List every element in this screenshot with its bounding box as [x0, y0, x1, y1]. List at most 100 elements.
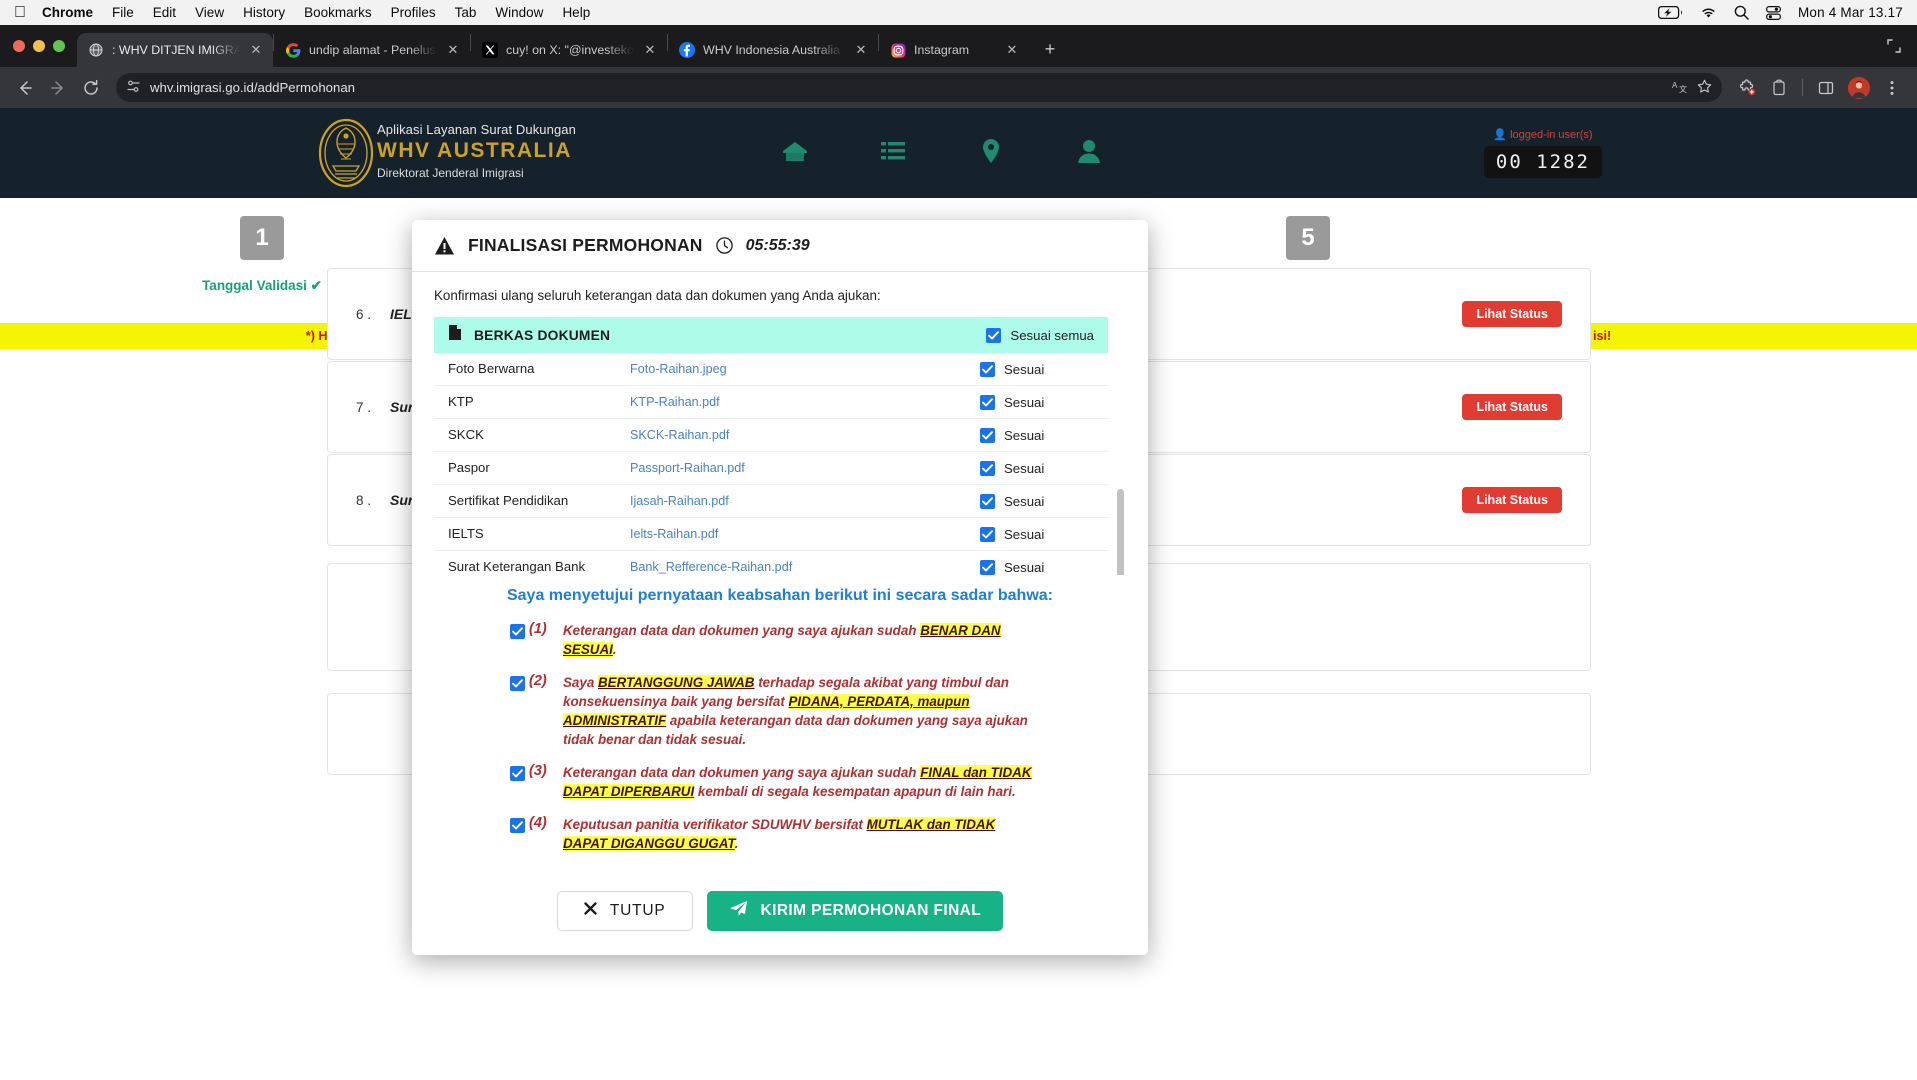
pledge-text-part: Saya — [563, 674, 598, 690]
pledge-text: Saya BERTANGGUNG JAWAB terhadap segala a… — [563, 673, 1126, 749]
maximize-window-button[interactable] — [53, 40, 65, 52]
menu-item-file[interactable]: File — [112, 5, 134, 20]
close-button[interactable]: TUTUP — [556, 891, 693, 931]
document-check-label: Sesuai — [1004, 460, 1045, 476]
logged-in-label: 👤 logged-in user(s) — [1493, 129, 1593, 141]
control-center-icon[interactable] — [1765, 5, 1781, 20]
document-file-link[interactable]: Ielts-Raihan.pdf — [630, 527, 980, 541]
document-row: SKCK SKCK-Raihan.pdf Sesuai — [434, 419, 1108, 452]
document-check-label: Sesuai — [1004, 427, 1045, 443]
document-checkbox[interactable] — [980, 559, 995, 575]
pledge-text-part: Keterangan data dan dokumen yang saya aj… — [563, 622, 921, 638]
document-file-link[interactable]: Bank_Refference-Raihan.pdf — [630, 560, 980, 574]
row-status-badge[interactable]: Lihat Status — [1462, 394, 1562, 420]
reload-icon[interactable] — [76, 73, 106, 103]
paper-plane-icon — [729, 900, 748, 922]
minimize-window-button[interactable] — [33, 40, 45, 52]
menu-item-history[interactable]: History — [243, 5, 285, 20]
row-status-badge[interactable]: Lihat Status — [1462, 487, 1562, 513]
document-checkbox[interactable] — [980, 361, 995, 377]
document-name: Paspor — [448, 460, 490, 476]
document-row: KTP KTP-Raihan.pdf Sesuai — [434, 386, 1108, 419]
scrollbar-thumb[interactable] — [1117, 489, 1124, 575]
pledge-number: (3) — [529, 762, 547, 779]
garuda-emblem-icon — [318, 117, 374, 189]
row-index: 7 . — [356, 399, 372, 415]
menu-item-window[interactable]: Window — [495, 5, 543, 20]
list-icon[interactable] — [878, 136, 908, 166]
document-checkbox[interactable] — [980, 427, 995, 443]
google-icon — [285, 42, 301, 58]
menu-item-profiles[interactable]: Profiles — [391, 5, 436, 20]
menu-item-help[interactable]: Help — [562, 5, 590, 20]
tab-x-cuy[interactable]: cuy! on X: "@investekor @typ ✕ — [471, 33, 667, 67]
document-name: Sertifikat Pendidikan — [448, 493, 569, 509]
forward-arrow-icon[interactable] — [43, 73, 73, 103]
apple-icon[interactable]:  — [14, 4, 26, 21]
menubar-clock: Mon 4 Mar 13.17 — [1797, 5, 1903, 20]
document-file-link[interactable]: SKCK-Raihan.pdf — [630, 428, 980, 442]
pledge-checkbox[interactable] — [510, 675, 525, 691]
close-window-button[interactable] — [13, 40, 25, 52]
document-checkbox[interactable] — [980, 493, 995, 509]
page-settings-icon[interactable] — [126, 79, 141, 97]
pledge-checkbox[interactable] — [510, 817, 525, 833]
document-checkbox[interactable] — [980, 460, 995, 476]
select-all-checkbox[interactable] — [986, 327, 1002, 343]
tab-close-icon[interactable]: ✕ — [853, 42, 869, 58]
chrome-menu-icon[interactable] — [1877, 73, 1907, 103]
expand-icon[interactable] — [1887, 39, 1917, 67]
document-check-label: Sesuai — [1004, 559, 1045, 575]
new-tab-button[interactable]: + — [1036, 35, 1064, 63]
battery-charging-icon[interactable] — [1657, 6, 1683, 19]
translate-icon[interactable]: A文 — [1672, 79, 1688, 97]
pledge-checkbox[interactable] — [510, 623, 525, 639]
documents-scroll-area[interactable]: BERKAS DOKUMEN Sesuai semua Foto Berwarn… — [434, 317, 1126, 575]
tab-close-icon[interactable]: ✕ — [642, 42, 658, 58]
tab-whv-indonesia-australia[interactable]: WHV Indonesia Australia | Fac ✕ — [668, 33, 878, 67]
pledge-checkbox[interactable] — [510, 765, 525, 781]
row-status-badge[interactable]: Lihat Status — [1462, 301, 1562, 327]
x-icon — [584, 902, 597, 920]
menu-item-edit[interactable]: Edit — [153, 5, 176, 20]
document-file-link[interactable]: KTP-Raihan.pdf — [630, 395, 980, 409]
tab-close-icon[interactable]: ✕ — [248, 42, 264, 58]
globe-icon — [88, 42, 104, 58]
address-bar[interactable]: whv.imigrasi.go.id/addPermohonan A文 — [116, 73, 1722, 102]
back-arrow-icon[interactable] — [10, 73, 40, 103]
star-icon[interactable] — [1697, 79, 1712, 97]
tab-close-icon[interactable]: ✕ — [1004, 42, 1020, 58]
menu-item-tab[interactable]: Tab — [455, 5, 477, 20]
home-icon[interactable] — [780, 136, 810, 166]
tab-close-icon[interactable]: ✕ — [445, 42, 461, 58]
pledge-title: Saya menyetujui pernyataan keabsahan ber… — [506, 586, 1053, 604]
menu-item-chrome[interactable]: Chrome — [42, 5, 93, 20]
submit-final-button[interactable]: KIRIM PERMOHONAN FINAL — [706, 891, 1004, 931]
document-file-link[interactable]: Passport-Raihan.pdf — [630, 461, 980, 475]
document-row: Foto Berwarna Foto-Raihan.jpeg Sesuai — [434, 353, 1108, 386]
tab-undip-alamat[interactable]: undip alamat - Penelusuran G ✕ — [274, 33, 470, 67]
document-row: Paspor Passport-Raihan.pdf Sesuai — [434, 452, 1108, 485]
documents-scrollbar[interactable] — [1117, 361, 1124, 575]
document-checkbox[interactable] — [980, 394, 995, 410]
profile-avatar-icon[interactable] — [1848, 76, 1870, 99]
menu-item-bookmarks[interactable]: Bookmarks — [304, 5, 372, 20]
document-file-link[interactable]: Foto-Raihan.jpeg — [630, 362, 980, 376]
menu-item-view[interactable]: View — [195, 5, 224, 20]
tab-whv-ditjen-imigrasi[interactable]: : WHV DITJEN IMIGRASI : ✕ — [77, 33, 273, 67]
close-button-label: TUTUP — [609, 902, 666, 919]
split-view-icon[interactable] — [1811, 73, 1841, 103]
logged-in-count: 00 1282 — [1483, 146, 1602, 178]
extension-puzzle-icon[interactable] — [1732, 73, 1762, 103]
toolbar-right-group — [1732, 73, 1907, 103]
user-icon[interactable] — [1074, 136, 1104, 166]
search-icon[interactable] — [1734, 5, 1749, 20]
document-file-link[interactable]: Ijasah-Raihan.pdf — [630, 494, 980, 508]
location-pin-icon[interactable] — [976, 136, 1006, 166]
pledge-text: Keputusan panitia verifikator SDUWHV ber… — [563, 815, 1126, 853]
submit-button-label: KIRIM PERMOHONAN FINAL — [760, 902, 982, 919]
clipboard-icon[interactable] — [1764, 73, 1794, 103]
document-checkbox[interactable] — [980, 526, 995, 542]
wifi-icon[interactable] — [1700, 6, 1717, 19]
tab-instagram[interactable]: Instagram ✕ — [879, 33, 1029, 67]
